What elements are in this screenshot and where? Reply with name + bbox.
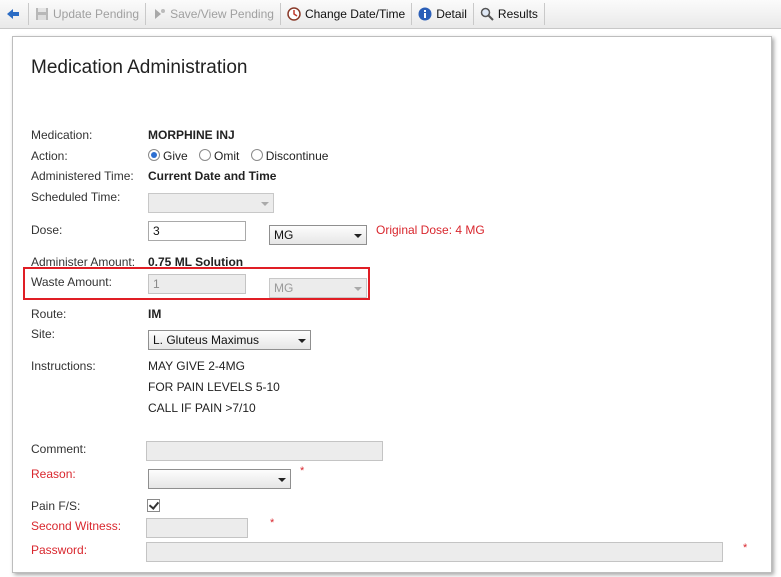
change-date-time-button[interactable]: Change Date/Time: [283, 0, 409, 28]
pain-fs-label: Pain F/S:: [31, 499, 81, 513]
reason-label: Reason:: [31, 467, 76, 481]
required-indicator: *: [743, 542, 748, 554]
results-label: Results: [497, 7, 538, 21]
detail-label: Detail: [436, 7, 467, 21]
medication-label: Medication:: [31, 128, 93, 142]
save-icon: [35, 7, 49, 21]
save-view-pending-label: Save/View Pending: [170, 7, 274, 21]
dose-label: Dose:: [31, 223, 63, 237]
toolbar-divider: [28, 3, 29, 25]
required-indicator: *: [300, 465, 305, 477]
update-pending-label: Update Pending: [53, 7, 140, 21]
scheduled-time-select[interactable]: [148, 193, 274, 213]
action-give-radio[interactable]: [148, 149, 160, 161]
medication-value: MORPHINE INJ: [148, 128, 235, 142]
site-select[interactable]: L. Gluteus Maximus: [148, 330, 311, 350]
route-label: Route:: [31, 307, 67, 321]
administered-time-value: Current Date and Time: [148, 169, 277, 183]
comment-input[interactable]: [146, 441, 383, 461]
action-label: Action:: [31, 149, 68, 163]
instruction-line: CALL IF PAIN >7/10: [148, 401, 256, 415]
dose-input[interactable]: 3: [148, 221, 246, 241]
pending-icon: [152, 7, 166, 21]
instruction-line: FOR PAIN LEVELS 5-10: [148, 380, 280, 394]
site-label: Site:: [31, 327, 56, 341]
second-witness-input[interactable]: [146, 518, 248, 538]
toolbar-divider: [472, 3, 474, 25]
site-value: L. Gluteus Maximus: [153, 333, 260, 347]
action-omit-label: Omit: [214, 149, 240, 163]
checkmark-icon: [148, 499, 160, 510]
action-omit-radio[interactable]: [199, 149, 212, 161]
action-radio-group: Give Omit Discontinue: [148, 149, 336, 163]
second-witness-label: Second Witness:: [31, 519, 122, 533]
medication-administration-panel: Medication Administration Medication: MO…: [12, 36, 772, 573]
action-discontinue-radio[interactable]: [250, 149, 263, 161]
toolbar: Update Pending Save/View Pending Change …: [0, 0, 781, 29]
scheduled-time-label: Scheduled Time:: [31, 190, 121, 204]
info-icon: [418, 7, 432, 21]
password-input[interactable]: [146, 542, 723, 562]
update-pending-button[interactable]: Update Pending: [31, 0, 143, 28]
back-button[interactable]: [0, 0, 26, 28]
comment-label: Comment:: [31, 442, 87, 456]
change-date-time-label: Change Date/Time: [304, 7, 406, 21]
back-arrow-icon: [6, 7, 20, 21]
administered-time-label: Administered Time:: [31, 169, 134, 183]
detail-button[interactable]: Detail: [414, 0, 471, 28]
toolbar-divider: [279, 3, 281, 25]
magnifier-icon: [480, 7, 494, 21]
instruction-line: MAY GIVE 2-4MG: [148, 359, 245, 373]
waste-amount-input[interactable]: 1: [148, 274, 246, 294]
chevron-down-icon: [354, 234, 362, 238]
dose-unit-value: MG: [274, 228, 294, 242]
route-value: IM: [148, 307, 162, 321]
instructions-label: Instructions:: [31, 359, 96, 373]
toolbar-divider: [411, 3, 413, 25]
save-view-pending-button[interactable]: Save/View Pending: [148, 0, 278, 28]
toolbar-divider: [543, 3, 545, 25]
chevron-down-icon: [278, 478, 286, 482]
waste-unit-value: MG: [274, 281, 294, 295]
clock-icon: [287, 7, 301, 21]
page-title: Medication Administration: [31, 57, 248, 78]
required-indicator: *: [270, 517, 275, 529]
toolbar-divider: [145, 3, 147, 25]
waste-unit-select[interactable]: MG: [269, 278, 367, 298]
action-discontinue-label: Discontinue: [265, 149, 329, 163]
waste-amount-label: Waste Amount:: [31, 275, 112, 289]
results-button[interactable]: Results: [476, 0, 542, 28]
dose-unit-select[interactable]: MG: [269, 225, 367, 245]
pain-fs-checkbox[interactable]: [147, 499, 160, 512]
chevron-down-icon: [261, 202, 269, 206]
chevron-down-icon: [298, 339, 306, 343]
action-give-label: Give: [163, 149, 188, 163]
chevron-down-icon: [354, 287, 362, 291]
original-dose-text: Original Dose: 4 MG: [376, 223, 485, 237]
reason-select[interactable]: [148, 469, 291, 489]
password-label: Password:: [31, 543, 88, 557]
